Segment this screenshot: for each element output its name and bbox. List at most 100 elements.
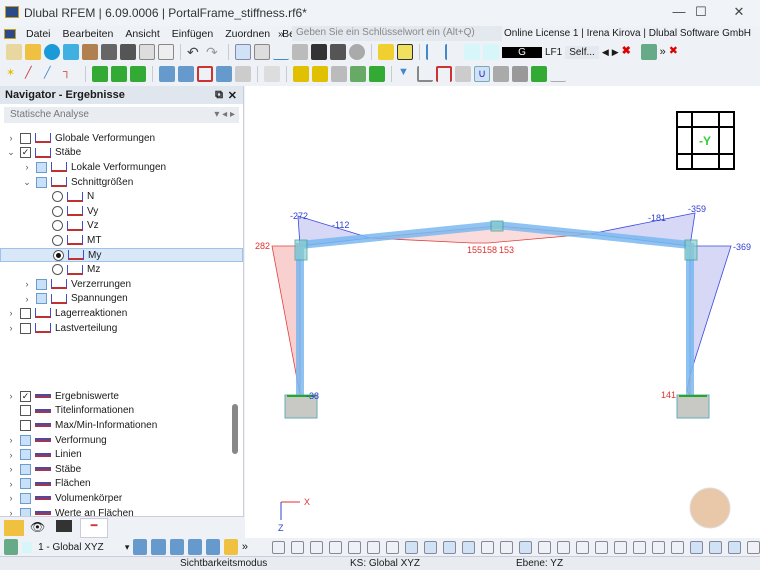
model-icon[interactable] xyxy=(82,44,98,60)
checkbox[interactable]: ✓ xyxy=(20,147,31,158)
section-icon[interactable] xyxy=(216,66,232,82)
redo-icon[interactable]: ↷ xyxy=(206,44,222,60)
checkbox[interactable] xyxy=(36,279,47,290)
tab-results-icon[interactable]: ━ xyxy=(80,518,108,538)
snap-icon[interactable] xyxy=(405,541,418,554)
snap-icon[interactable] xyxy=(329,541,342,554)
checkbox[interactable] xyxy=(20,323,31,334)
radio-button[interactable] xyxy=(53,250,64,261)
navigator-float-button[interactable]: ⧉ xyxy=(215,89,223,102)
tree-item[interactable]: ›Lokale Verformungen xyxy=(0,160,166,175)
snap-icon[interactable] xyxy=(690,541,703,554)
tree-item[interactable]: ⌄Schnittgrößen xyxy=(0,175,133,190)
snap-icon[interactable] xyxy=(386,541,399,554)
snap-icon[interactable] xyxy=(595,541,608,554)
report-icon[interactable] xyxy=(139,44,155,60)
display-item[interactable]: Titelinformationen xyxy=(0,404,134,419)
opening-icon[interactable] xyxy=(197,66,213,82)
checkbox[interactable] xyxy=(36,162,47,173)
checkbox[interactable] xyxy=(20,449,31,460)
expand-icon[interactable]: › xyxy=(6,323,16,333)
checkbox[interactable] xyxy=(36,293,47,304)
view-icon-6[interactable] xyxy=(224,539,238,555)
display-item[interactable]: ›Volumenkörper xyxy=(0,491,122,506)
tree-item[interactable]: ›Globale Verformungen xyxy=(0,131,155,146)
search-input[interactable]: Geben Sie ein Schlüsselwort ein (Alt+Q) xyxy=(292,26,502,41)
expand-icon[interactable]: › xyxy=(6,450,16,460)
snap-icon[interactable] xyxy=(310,541,323,554)
assistant-avatar[interactable] xyxy=(690,488,730,528)
result-diagram-icon[interactable] xyxy=(417,66,433,82)
load-case-select[interactable]: Self... xyxy=(565,46,599,59)
snap-icon[interactable] xyxy=(424,541,437,554)
snap-icon[interactable] xyxy=(519,541,532,554)
new-icon[interactable] xyxy=(6,44,22,60)
snap-icon[interactable] xyxy=(272,541,285,554)
menu-datei[interactable]: Datei xyxy=(20,28,57,40)
view-icon-1[interactable] xyxy=(133,539,147,555)
expand-icon[interactable]: › xyxy=(22,162,32,172)
checkbox[interactable] xyxy=(20,435,31,446)
tree-item[interactable]: MT xyxy=(0,233,101,248)
display-item[interactable]: ›✓Ergebniswerte xyxy=(0,389,119,404)
animation-icon[interactable] xyxy=(455,66,471,82)
next-load-case-button[interactable]: ▶ xyxy=(612,47,619,58)
expand-icon[interactable]: › xyxy=(22,279,32,289)
panel-icon[interactable] xyxy=(292,44,308,60)
snap-icon[interactable] xyxy=(747,541,760,554)
webservice-icon[interactable] xyxy=(63,44,79,60)
node-icon[interactable]: ✶ xyxy=(6,66,22,82)
member-icon[interactable]: ╱ xyxy=(44,66,60,82)
script-icon[interactable] xyxy=(330,44,346,60)
snap-icon[interactable] xyxy=(538,541,551,554)
radio-button[interactable] xyxy=(52,264,63,275)
diagram-icon[interactable] xyxy=(273,44,289,60)
table-icon[interactable] xyxy=(254,44,270,60)
line-icon[interactable]: ╱ xyxy=(25,66,41,82)
tab-display-icon[interactable]: 👁 xyxy=(30,520,45,534)
expand-icon[interactable]: › xyxy=(22,294,32,304)
checkbox[interactable] xyxy=(20,464,31,475)
tree-item[interactable]: ⌄✓Stäbe xyxy=(0,146,81,161)
moment-diagram-icon[interactable]: ∪ xyxy=(474,66,490,82)
open-icon[interactable] xyxy=(25,44,41,60)
polyline-icon[interactable]: ┐ xyxy=(63,66,79,82)
navigator-close-button[interactable]: ✕ xyxy=(228,89,237,102)
expand-icon[interactable]: ⌄ xyxy=(22,177,32,188)
maximize-button[interactable]: ☐ xyxy=(686,4,716,22)
undo-icon[interactable]: ↶ xyxy=(187,44,203,60)
tree-item[interactable]: ›Lagerreaktionen xyxy=(0,306,127,321)
radio-button[interactable] xyxy=(52,235,63,246)
display-item[interactable]: Max/Min-Informationen xyxy=(0,418,157,433)
checkbox[interactable] xyxy=(20,420,31,431)
solid-results-icon[interactable] xyxy=(512,66,528,82)
expand-icon[interactable]: › xyxy=(6,308,16,318)
load-line-icon[interactable] xyxy=(312,66,328,82)
checkbox[interactable] xyxy=(36,177,47,188)
menu-einfuegen[interactable]: Einfügen xyxy=(166,28,219,40)
menu-ansicht[interactable]: Ansicht xyxy=(119,28,165,40)
expand-icon[interactable]: › xyxy=(6,464,16,474)
display-item[interactable]: ›Stäbe xyxy=(0,462,81,477)
display-item[interactable]: ›Linien xyxy=(0,447,82,462)
document-icon[interactable] xyxy=(158,44,174,60)
snap-icon[interactable] xyxy=(443,541,456,554)
display-item[interactable]: ›Verformung xyxy=(0,433,107,448)
load-surface-icon[interactable] xyxy=(350,66,366,82)
surface-icon[interactable] xyxy=(159,66,175,82)
dimension-icon[interactable] xyxy=(264,66,280,82)
edit-icon[interactable] xyxy=(397,44,413,60)
checkbox[interactable] xyxy=(20,493,31,504)
filter-clear-icon[interactable]: ✖ xyxy=(622,44,638,60)
view-icon-3[interactable] xyxy=(170,539,184,555)
prev-load-case-button[interactable]: ◀ xyxy=(602,47,609,58)
checkbox[interactable] xyxy=(20,308,31,319)
close-button[interactable]: ✕ xyxy=(724,4,754,22)
load-member-icon[interactable] xyxy=(331,66,347,82)
results-filter-icon[interactable]: ▼ xyxy=(398,66,414,82)
support-icon[interactable] xyxy=(349,44,365,60)
checkbox[interactable]: ✓ xyxy=(20,391,31,402)
console-icon[interactable] xyxy=(311,44,327,60)
radio-button[interactable] xyxy=(52,220,63,231)
tree-item[interactable]: Mz xyxy=(0,262,100,277)
